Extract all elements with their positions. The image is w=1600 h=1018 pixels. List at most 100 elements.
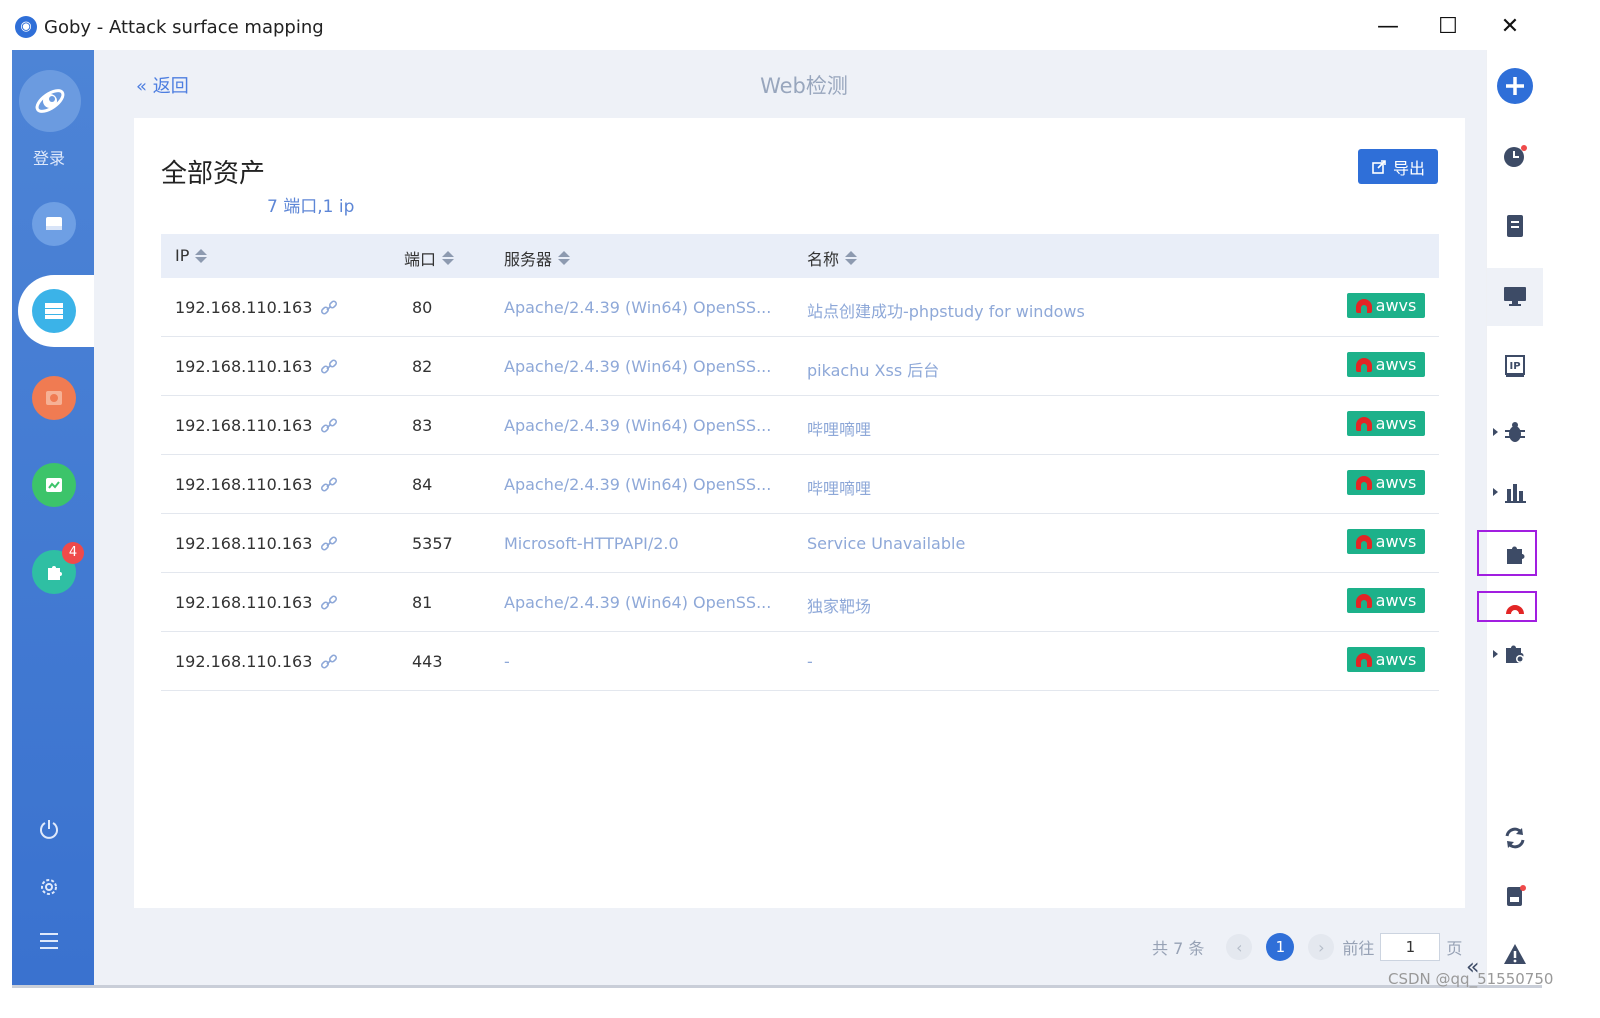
log-file-icon[interactable]	[1495, 876, 1535, 916]
bar-chart-icon[interactable]	[1495, 472, 1535, 512]
prev-page-button[interactable]: ‹	[1226, 934, 1253, 960]
awvs-scan-button[interactable]: awvs	[1347, 529, 1425, 554]
name-cell[interactable]: 独家靶场	[807, 593, 871, 617]
back-link[interactable]: « 返回	[136, 72, 189, 98]
name-cell[interactable]: -	[807, 652, 813, 671]
awvs-logo-icon	[1355, 593, 1372, 608]
awvs-logo-icon	[1355, 652, 1372, 667]
page-suffix: 页	[1446, 939, 1463, 958]
goby-logo-icon[interactable]	[19, 70, 81, 132]
server-cell[interactable]: Apache/2.4.39 (Win64) OpenSS...	[504, 416, 771, 435]
server-cell[interactable]: Apache/2.4.39 (Win64) OpenSS...	[504, 593, 771, 612]
maximize-button[interactable]: ☐	[1428, 10, 1468, 44]
ip-value: 192.168.110.163	[175, 534, 313, 553]
svg-text:IP: IP	[1509, 361, 1520, 372]
ip-cell: 192.168.110.163	[175, 357, 338, 376]
awvs-scan-button[interactable]: awvs	[1347, 588, 1425, 613]
minimize-button[interactable]: —	[1368, 10, 1408, 44]
awvs-logo-icon	[1355, 298, 1372, 313]
plugin-settings-icon[interactable]	[1495, 634, 1535, 674]
vulnerability-nav-icon[interactable]	[32, 376, 76, 420]
link-icon[interactable]	[320, 476, 338, 494]
card-summary: 7 端口,1 ip	[267, 197, 355, 217]
goto-page-input[interactable]	[1380, 933, 1441, 961]
column-header-port[interactable]: 端口	[404, 246, 455, 270]
table-row[interactable]: 192.168.110.163 81 Apache/2.4.39 (Win64) O…	[161, 573, 1439, 632]
assets-nav-icon[interactable]	[32, 289, 76, 333]
asset-card: 全部资产 7 端口,1 ip 导出 IP 端口 服务器 名称 192.168.1…	[134, 118, 1465, 908]
name-cell[interactable]: 站点创建成功-phpstudy for windows	[807, 298, 1085, 322]
awvs-label: awvs	[1375, 532, 1417, 551]
main-content: « 返回 Web检测 全部资产 7 端口,1 ip 导出 IP 端口 服务器 名…	[94, 50, 1486, 986]
column-header-name[interactable]: 名称	[807, 246, 858, 270]
report-nav-icon[interactable]	[32, 463, 76, 507]
goby-app-icon: ◉	[15, 16, 37, 38]
ip-value: 192.168.110.163	[175, 593, 313, 612]
name-cell[interactable]: Service Unavailable	[807, 534, 965, 553]
page-number[interactable]: 1	[1266, 933, 1295, 961]
awvs-scan-button[interactable]: awvs	[1347, 647, 1425, 672]
add-task-icon[interactable]	[1495, 66, 1535, 106]
awvs-logo-icon	[1355, 475, 1372, 490]
ip-cell: 192.168.110.163	[175, 416, 338, 435]
server-cell[interactable]: -	[504, 652, 510, 671]
refresh-icon[interactable]	[1495, 818, 1535, 858]
awvs-scan-button[interactable]: awvs	[1347, 411, 1425, 436]
gear-icon[interactable]	[34, 872, 64, 902]
left-sidebar: 登录 4	[12, 50, 94, 986]
table-row[interactable]: 192.168.110.163 80 Apache/2.4.39 (Win64) O…	[161, 278, 1439, 337]
table-header: IP 端口 服务器 名称	[161, 234, 1439, 278]
export-label: 导出	[1392, 158, 1425, 178]
table-row[interactable]: 192.168.110.163 5357 Microsoft-HTTPAPI/2.0…	[161, 514, 1439, 573]
login-label[interactable]: 登录	[12, 145, 86, 169]
ip-icon[interactable]: IP	[1495, 346, 1535, 386]
server-cell[interactable]: Apache/2.4.39 (Win64) OpenSS...	[504, 298, 771, 317]
column-header-ip[interactable]: IP	[175, 246, 208, 265]
name-cell[interactable]: 哔哩嘀哩	[807, 416, 871, 440]
name-cell[interactable]: 哔哩嘀哩	[807, 475, 871, 499]
ip-cell: 192.168.110.163	[175, 475, 338, 494]
port-cell: 82	[412, 357, 433, 376]
table-row[interactable]: 192.168.110.163 84 Apache/2.4.39 (Win64) O…	[161, 455, 1439, 514]
port-cell: 84	[412, 475, 433, 494]
window-bottom-border	[12, 985, 1542, 988]
link-icon[interactable]	[320, 299, 338, 317]
puzzle-icon[interactable]	[1495, 534, 1535, 574]
sort-icon	[195, 248, 208, 263]
column-header-server[interactable]: 服务器	[504, 246, 571, 270]
link-icon[interactable]	[320, 535, 338, 553]
table-row[interactable]: 192.168.110.163 82 Apache/2.4.39 (Win64) O…	[161, 337, 1439, 396]
warning-icon[interactable]	[1495, 934, 1535, 974]
scan-nav-icon[interactable]	[32, 202, 76, 246]
awvs-scan-button[interactable]: awvs	[1347, 293, 1425, 318]
awvs-scan-button[interactable]: awvs	[1347, 470, 1425, 495]
awvs-label: awvs	[1375, 296, 1417, 315]
sort-icon	[558, 251, 571, 265]
table-row[interactable]: 192.168.110.163 83 Apache/2.4.39 (Win64) O…	[161, 396, 1439, 455]
table-row[interactable]: 192.168.110.163 443 - - awvs	[161, 632, 1439, 691]
history-icon[interactable]	[1495, 136, 1535, 176]
server-cell[interactable]: Apache/2.4.39 (Win64) OpenSS...	[504, 475, 771, 494]
link-icon[interactable]	[320, 653, 338, 671]
ip-value: 192.168.110.163	[175, 475, 313, 494]
link-icon[interactable]	[320, 358, 338, 376]
ip-value: 192.168.110.163	[175, 416, 313, 435]
menu-icon[interactable]	[34, 926, 64, 956]
export-button[interactable]: 导出	[1358, 149, 1438, 184]
name-cell[interactable]: pikachu Xss 后台	[807, 357, 939, 381]
awvs-plugin-icon[interactable]	[1495, 587, 1535, 627]
next-page-button[interactable]: ›	[1308, 934, 1335, 960]
bug-icon[interactable]	[1495, 412, 1535, 452]
port-cell: 81	[412, 593, 433, 612]
port-cell: 83	[412, 416, 433, 435]
close-button[interactable]: ✕	[1490, 10, 1530, 44]
link-icon[interactable]	[320, 417, 338, 435]
server-cell[interactable]: Microsoft-HTTPAPI/2.0	[504, 534, 679, 553]
asset-table: IP 端口 服务器 名称 192.168.110.163 80 Apache/2.4…	[161, 234, 1439, 691]
document-icon[interactable]	[1495, 206, 1535, 246]
web-monitor-icon[interactable]	[1495, 276, 1535, 316]
awvs-scan-button[interactable]: awvs	[1347, 352, 1425, 377]
link-icon[interactable]	[320, 594, 338, 612]
server-cell[interactable]: Apache/2.4.39 (Win64) OpenSS...	[504, 357, 771, 376]
power-icon[interactable]	[34, 814, 64, 844]
